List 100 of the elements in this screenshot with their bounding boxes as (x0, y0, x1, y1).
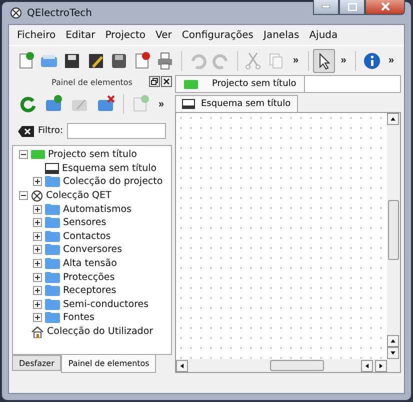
folder-icon (45, 176, 60, 188)
close-button[interactable] (161, 76, 172, 87)
overflow-button[interactable]: » (154, 98, 168, 110)
plus-icon (34, 219, 41, 226)
tree-item[interactable]: Sensores (63, 217, 106, 228)
expand-toggle[interactable] (19, 150, 28, 160)
expand-toggle[interactable] (33, 204, 42, 214)
project-icon (184, 80, 198, 88)
plus-icon (34, 232, 41, 240)
scrollbar-thumb[interactable] (270, 360, 324, 371)
overflow-button[interactable]: » (289, 55, 303, 66)
plus-icon (34, 287, 41, 294)
tree-item[interactable]: Colecção do projecto (63, 176, 163, 188)
menu-item[interactable]: Ficheiro (13, 30, 60, 40)
info-icon (362, 52, 381, 70)
expand-toggle[interactable] (19, 191, 28, 200)
plus-icon (34, 314, 41, 322)
project-icon (31, 150, 45, 160)
redo-icon (212, 52, 230, 70)
expand-toggle[interactable] (33, 259, 42, 268)
clear-filter-icon (18, 126, 34, 136)
tree-item[interactable]: Protecções (63, 272, 115, 283)
arrow-icon (178, 362, 186, 370)
new-document-icon (16, 52, 35, 70)
tree-item[interactable]: Colecção do Utilizador (47, 326, 154, 338)
expand-toggle[interactable] (33, 313, 42, 322)
tree-item[interactable]: Automatismos (63, 204, 132, 215)
folder-icon (45, 258, 60, 270)
overflow-button[interactable]: » (384, 55, 398, 66)
panel-tab[interactable]: Painel de elementos (61, 355, 156, 373)
tree-item[interactable]: Semi-conductores (63, 298, 149, 310)
folder-icon (45, 285, 60, 296)
folder-icon (45, 244, 60, 256)
overflow-button[interactable]: » (336, 55, 350, 66)
app-icon (10, 7, 22, 19)
filter-label: Filtro: (38, 126, 64, 136)
expand-toggle[interactable] (33, 245, 42, 254)
home-icon (31, 326, 44, 338)
undo-icon (188, 52, 207, 70)
copy-icon (267, 52, 286, 70)
reload-icon (18, 95, 37, 113)
toolbar-button[interactable] (313, 48, 335, 72)
diagram-tab[interactable]: Esquema sem título (175, 95, 298, 112)
new-element-icon (132, 95, 150, 113)
tree-item[interactable]: Alta tensão (63, 258, 117, 270)
tree-item[interactable]: Contactos (63, 230, 111, 242)
horizontal-scrollbar[interactable] (176, 359, 387, 372)
maximize-button[interactable] (339, 0, 365, 15)
plus-icon (34, 274, 41, 281)
tree-item[interactable]: Esquema sem título (62, 162, 157, 174)
menu-item[interactable]: Ver (152, 30, 176, 40)
printer-icon (156, 52, 174, 70)
folder-icon (45, 204, 60, 215)
close-document-icon (133, 52, 152, 70)
new-folder-icon (44, 95, 63, 113)
arrow-icon (389, 115, 397, 123)
maximize-icon (348, 2, 356, 10)
scissors-icon (244, 52, 262, 70)
menu-item[interactable]: Projecto (101, 30, 150, 40)
folder-icon (45, 312, 60, 324)
expand-toggle[interactable] (33, 286, 42, 296)
filter-field[interactable] (67, 123, 166, 139)
plus-icon (34, 300, 41, 308)
folder-icon (45, 272, 60, 283)
close-icon (380, 2, 390, 11)
menu-item[interactable]: Ajuda (305, 30, 342, 40)
menu-item[interactable]: Editar (62, 30, 100, 40)
menu-item[interactable]: Janelas (260, 30, 304, 40)
project-tab[interactable]: Projecto sem título (175, 75, 306, 92)
window-title: QElectroTech (27, 8, 93, 18)
expand-toggle[interactable] (33, 218, 42, 228)
tree-item[interactable]: Conversores (63, 244, 122, 256)
tree-item[interactable]: Receptores (63, 285, 116, 296)
diagram-icon (45, 162, 59, 174)
expand-toggle[interactable] (33, 177, 42, 186)
diagram-icon (182, 99, 195, 109)
tree-item[interactable]: Fontes (63, 312, 94, 324)
minimize-button[interactable] (313, 0, 339, 15)
menu-item[interactable]: Configurações (178, 30, 258, 40)
folder-icon (45, 217, 60, 228)
plus-icon (34, 246, 41, 254)
expand-toggle[interactable] (33, 300, 42, 309)
expand-toggle[interactable] (33, 232, 42, 241)
scrollbar-thumb[interactable] (388, 200, 399, 260)
vertical-scrollbar[interactable] (387, 113, 400, 359)
delete-folder-icon (96, 95, 115, 113)
folder-icon (45, 298, 60, 310)
plus-icon (34, 178, 41, 186)
expand-toggle[interactable] (33, 272, 42, 282)
float-button[interactable] (149, 76, 160, 87)
tree-item[interactable]: Projecto sem título (48, 149, 137, 160)
panel-title: Painel de elementos (52, 78, 132, 86)
plus-icon (34, 260, 41, 268)
tree-item[interactable]: Colecção QET (46, 190, 112, 202)
collection-icon (31, 190, 43, 202)
close-button[interactable] (365, 0, 405, 15)
folder-icon (45, 230, 60, 242)
floppy-pencil-icon (86, 52, 105, 70)
minimize-icon (322, 5, 330, 8)
panel-tab[interactable]: Desfazer (12, 355, 62, 371)
